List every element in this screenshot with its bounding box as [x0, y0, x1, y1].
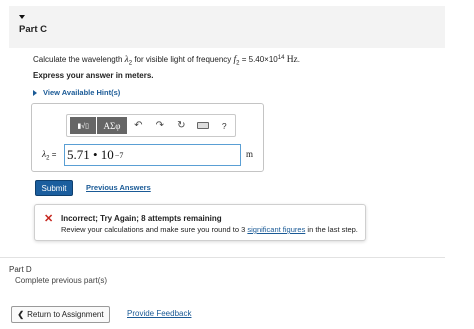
answer-box: ▮√▯ ΑΣφ ↶ ↷ ↻ ? λ2 = 5.71 • 10 −7: [31, 103, 264, 172]
error-x-icon: ✕: [44, 213, 54, 225]
answer-value: 5.71 • 10: [67, 147, 114, 162]
templates-button[interactable]: ▮√▯: [70, 117, 97, 134]
provide-feedback-link[interactable]: Provide Feedback: [127, 309, 191, 318]
feedback-panel: ✕ Incorrect; Try Again; 8 attempts remai…: [34, 204, 366, 241]
section-divider: [0, 257, 445, 258]
question-f-sub: 2: [236, 60, 240, 67]
hints-label: View Available Hint(s): [43, 88, 121, 97]
return-to-assignment-button[interactable]: ❮ Return to Assignment: [11, 306, 110, 323]
expand-triangle-icon: [33, 89, 37, 96]
feedback-detail-after: in the last step.: [307, 225, 358, 234]
question-eq: = 5.40×10: [241, 55, 278, 64]
feedback-detail-before: Review your calculations and make sure y…: [61, 225, 246, 234]
help-icon[interactable]: ?: [214, 117, 235, 135]
part-c-title: Part C: [19, 24, 47, 35]
answer-label-eq: =: [49, 150, 57, 159]
answer-label: λ2 =: [42, 150, 56, 162]
collapse-arrow-icon[interactable]: [19, 15, 25, 19]
question-exponent: 14: [277, 55, 285, 61]
math-toolbar: ▮√▯ ΑΣφ ↶ ↷ ↻ ?: [66, 114, 236, 137]
significant-figures-link[interactable]: significant figures: [247, 225, 305, 234]
submit-button[interactable]: Submit: [35, 180, 73, 196]
previous-answers-link[interactable]: Previous Answers: [86, 183, 151, 192]
question-end: .: [297, 55, 300, 64]
question-mid: for visible light of frequency: [134, 55, 232, 64]
symbols-button[interactable]: ΑΣφ: [97, 117, 127, 134]
chevron-left-icon: ❮: [17, 310, 25, 319]
question-prefix: Calculate the wavelength: [33, 55, 123, 64]
feedback-title: Incorrect; Try Again; 8 attempts remaini…: [61, 214, 222, 223]
question-lambda-sub: 2: [128, 60, 133, 67]
part-d-subtitle: Complete previous part(s): [15, 276, 108, 285]
reset-icon[interactable]: ↻: [171, 117, 192, 135]
question-text: Calculate the wavelength λ2 for visible …: [33, 55, 300, 67]
keyboard-icon[interactable]: [192, 117, 213, 135]
view-hints-link[interactable]: View Available Hint(s): [33, 88, 120, 97]
instruction-text: Express your answer in meters.: [33, 71, 154, 80]
answer-unit: m: [246, 149, 254, 159]
feedback-detail: Review your calculations and make sure y…: [61, 225, 358, 234]
part-d-title: Part D: [9, 265, 32, 274]
part-c-header[interactable]: Part C: [9, 6, 445, 48]
redo-icon[interactable]: ↷: [149, 117, 170, 135]
question-unit: Hz: [286, 55, 298, 65]
answer-exponent: −7: [114, 150, 124, 160]
answer-input[interactable]: 5.71 • 10 −7: [64, 144, 241, 166]
return-label: Return to Assignment: [27, 310, 104, 319]
undo-icon[interactable]: ↶: [128, 117, 149, 135]
